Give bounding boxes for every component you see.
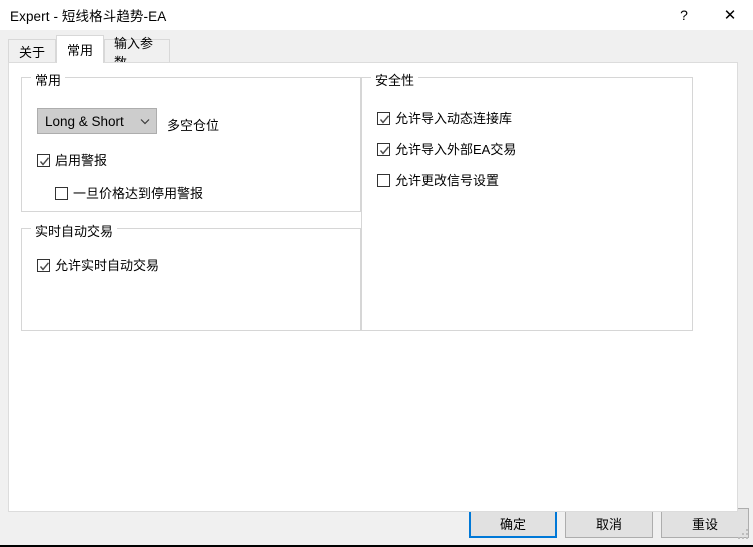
title-bar: Expert - 短线格斗趋势-EA ? ✕ (0, 0, 753, 30)
enable-alerts-label: 启用警报 (55, 153, 108, 168)
allow-live-trading-checkbox[interactable]: 允许实时自动交易 (37, 259, 159, 272)
checkbox-box (377, 174, 390, 187)
position-mode-label: 多空仓位 (167, 118, 220, 133)
group-live-trading-legend: 实时自动交易 (31, 221, 118, 240)
group-common: 常用 Long & Short 多空仓位 启用警报 一旦价格达到停用警报 (21, 70, 361, 212)
tab-content-panel: 常用 Long & Short 多空仓位 启用警报 一旦价格达到停用警报 实时自… (8, 62, 738, 512)
help-button[interactable]: ? (661, 0, 707, 30)
cancel-button[interactable]: 取消 (565, 508, 653, 538)
allow-dll-imports-checkbox[interactable]: 允许导入动态连接库 (377, 112, 512, 125)
checkbox-box (377, 112, 390, 125)
tab-strip: 关于 常用 输入参数 (0, 30, 753, 70)
tab-about[interactable]: 关于 (8, 39, 56, 63)
allow-dll-imports-label: 允许导入动态连接库 (395, 111, 513, 126)
allow-live-trading-label: 允许实时自动交易 (55, 258, 160, 273)
disable-alert-on-price-checkbox[interactable]: 一旦价格达到停用警报 (55, 187, 203, 200)
allow-signal-settings-change-checkbox[interactable]: 允许更改信号设置 (377, 174, 499, 187)
checkbox-box (37, 259, 50, 272)
group-security: 安全性 允许导入动态连接库 允许导入外部EA交易 允许更改信号设置 (361, 70, 693, 331)
tab-inputs[interactable]: 输入参数 (104, 36, 170, 70)
close-button[interactable]: ✕ (707, 0, 753, 30)
window-title: Expert - 短线格斗趋势-EA (10, 9, 167, 24)
group-live-trading: 实时自动交易 允许实时自动交易 (21, 221, 361, 331)
tab-common[interactable]: 常用 (56, 35, 104, 63)
reset-button[interactable]: 重设 (661, 508, 749, 538)
group-common-legend: 常用 (31, 70, 66, 89)
checkbox-box (377, 143, 390, 156)
allow-signal-settings-change-label: 允许更改信号设置 (395, 173, 500, 188)
checkbox-box (37, 154, 50, 167)
group-security-legend: 安全性 (371, 70, 419, 89)
checkbox-box (55, 187, 68, 200)
chevron-down-icon (134, 118, 156, 125)
enable-alerts-checkbox[interactable]: 启用警报 (37, 154, 107, 167)
position-mode-select[interactable]: Long & Short (37, 108, 157, 134)
allow-external-ea-imports-checkbox[interactable]: 允许导入外部EA交易 (377, 143, 516, 156)
position-mode-value: Long & Short (45, 113, 124, 129)
disable-alert-on-price-label: 一旦价格达到停用警报 (73, 186, 204, 201)
allow-external-ea-imports-label: 允许导入外部EA交易 (395, 142, 517, 157)
tab-common-label: 常用 (66, 43, 93, 58)
ok-button[interactable]: 确定 (469, 508, 557, 538)
tab-about-label: 关于 (18, 45, 45, 60)
resize-grip-icon[interactable] (738, 529, 750, 541)
